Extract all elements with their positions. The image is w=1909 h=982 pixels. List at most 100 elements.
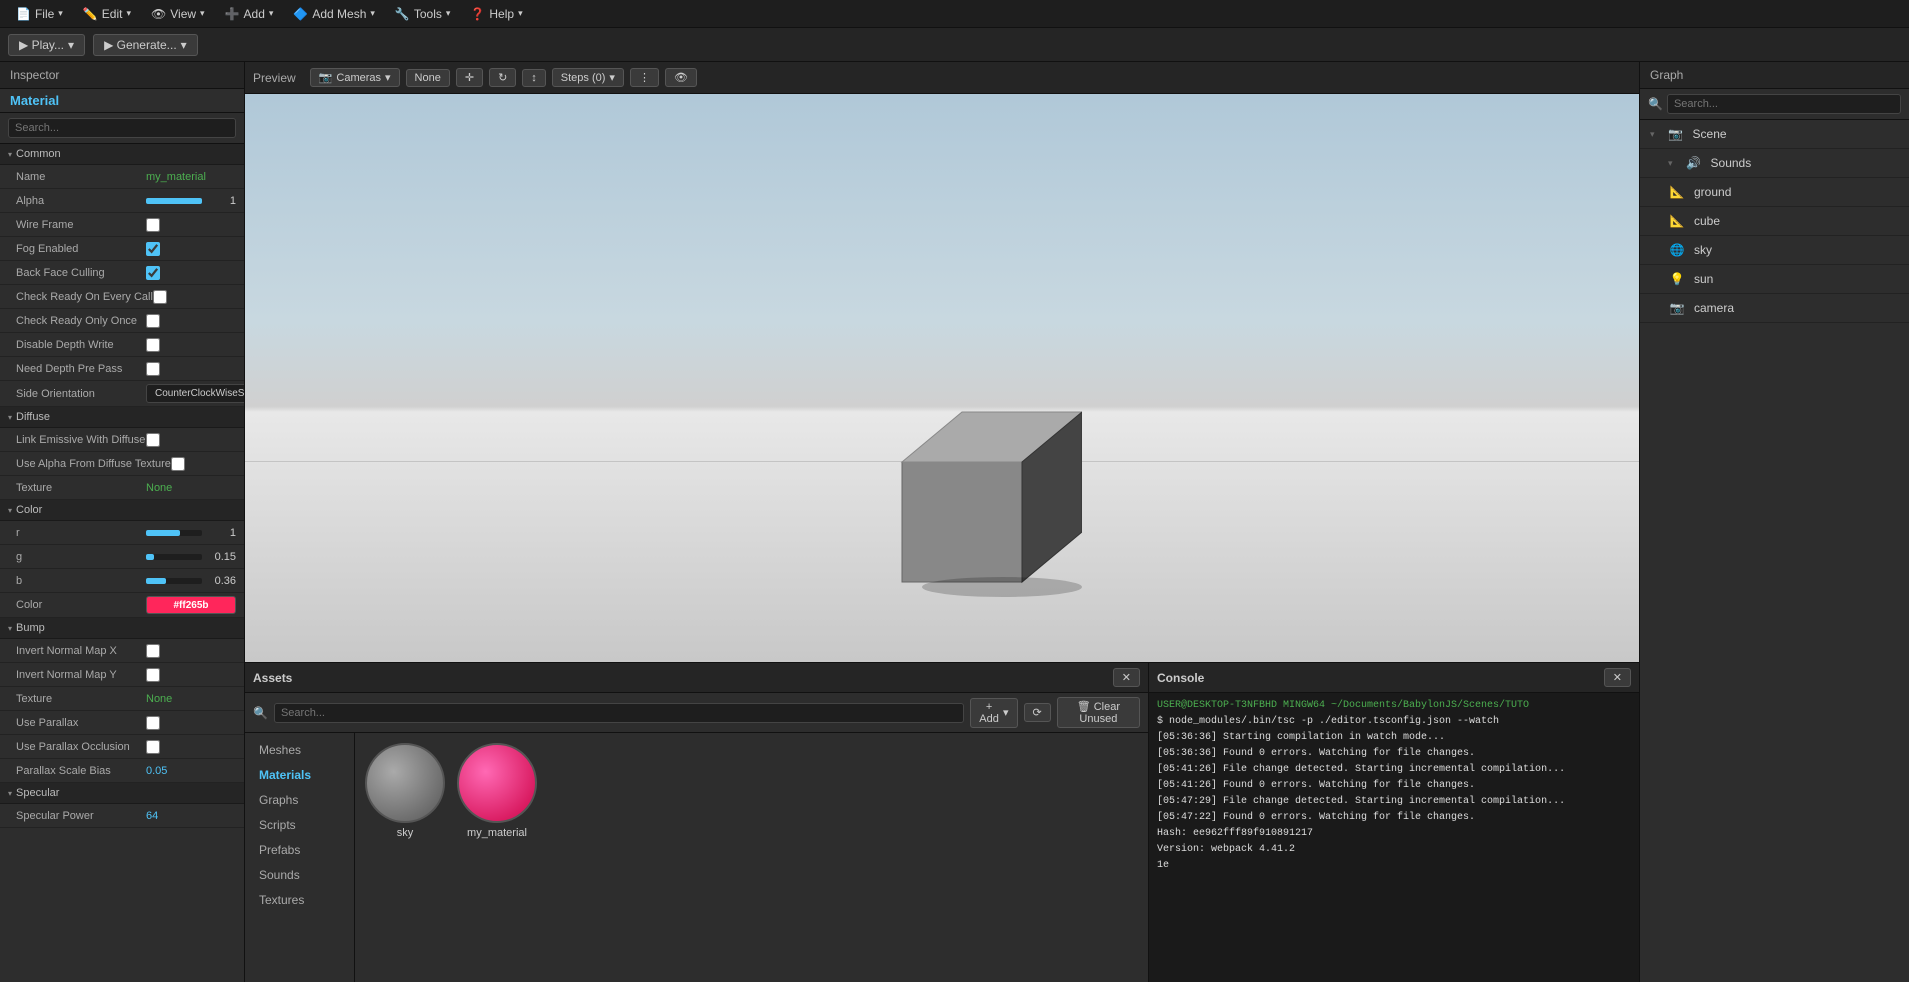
section-color[interactable]: ▾ Color bbox=[0, 500, 244, 521]
prop-color-swatch: Color #ff265b bbox=[0, 593, 244, 618]
check-ready-every-checkbox[interactable] bbox=[153, 290, 167, 304]
sidebar-item-materials[interactable]: Materials bbox=[249, 763, 350, 787]
section-specular[interactable]: ▾ Specular bbox=[0, 783, 244, 804]
invert-normal-y-checkbox[interactable] bbox=[146, 668, 160, 682]
material-tab[interactable]: Material bbox=[0, 89, 244, 113]
menu-edit[interactable]: ✏️ Edit ▾ bbox=[75, 5, 139, 23]
prop-color-g: g 0.15 bbox=[0, 545, 244, 569]
menu-view[interactable]: 👁 View ▾ bbox=[143, 5, 213, 23]
depth-write-checkbox[interactable] bbox=[146, 338, 160, 352]
asset-sky[interactable]: sky bbox=[365, 743, 445, 839]
toolbar: ▶ Play... ▾ ▶ Generate... ▾ bbox=[0, 28, 1909, 62]
color-b-slider[interactable] bbox=[146, 578, 202, 584]
preview-toolbar: Preview 📷 Cameras ▾ None ✛ ↻ ↕ Steps (0)… bbox=[245, 62, 1639, 94]
console-line: Hash: ee962fff89f910891217 bbox=[1157, 827, 1631, 841]
graph-item-sounds[interactable]: ▾ 🔊 Sounds bbox=[1640, 149, 1909, 178]
sidebar-item-meshes[interactable]: Meshes bbox=[249, 738, 350, 762]
menu-dots-icon[interactable]: ⋮ bbox=[630, 68, 659, 87]
inspector-content: ▾ Common Name my_material Alpha bbox=[0, 144, 244, 982]
eye-icon[interactable]: 👁 bbox=[665, 68, 697, 87]
prop-diffuse-texture: Texture None bbox=[0, 476, 244, 500]
color-r-slider[interactable] bbox=[146, 530, 202, 536]
side-orientation-select[interactable]: CounterClockWiseSideOrient ClockWiseSide… bbox=[146, 384, 244, 403]
sidebar-item-textures[interactable]: Textures bbox=[249, 888, 350, 912]
use-alpha-diffuse-checkbox[interactable] bbox=[171, 457, 185, 471]
color-g-slider[interactable] bbox=[146, 554, 202, 560]
assets-label: Assets bbox=[253, 671, 292, 685]
use-parallax-checkbox[interactable] bbox=[146, 716, 160, 730]
invert-normal-x-checkbox[interactable] bbox=[146, 644, 160, 658]
move-icon[interactable]: ✛ bbox=[456, 68, 483, 87]
sidebar-item-sounds[interactable]: Sounds bbox=[249, 863, 350, 887]
menu-add-mesh[interactable]: 🔷 Add Mesh ▾ bbox=[285, 5, 383, 23]
color-swatch[interactable]: #ff265b bbox=[146, 596, 236, 614]
menu-tools[interactable]: 🔧 Tools ▾ bbox=[387, 5, 459, 23]
wireframe-checkbox[interactable] bbox=[146, 218, 160, 232]
menu-file[interactable]: 📄 File ▾ bbox=[8, 5, 71, 23]
chevron-down-icon: ▾ bbox=[269, 8, 274, 19]
console-line: USER@DESKTOP-T3NFBHD MINGW64 ~/Documents… bbox=[1157, 699, 1631, 713]
graph-item-scene[interactable]: ▾ 📷 Scene bbox=[1640, 120, 1909, 149]
assets-refresh-button[interactable]: ⟳ bbox=[1024, 703, 1051, 722]
sidebar-item-scripts[interactable]: Scripts bbox=[249, 813, 350, 837]
cameras-button[interactable]: 📷 Cameras ▾ bbox=[310, 68, 400, 87]
chevron-down-icon: ▾ bbox=[8, 150, 12, 159]
graph-item-sun[interactable]: 💡 sun bbox=[1640, 265, 1909, 294]
cube-3d bbox=[862, 382, 1082, 602]
rotate-icon[interactable]: ↻ bbox=[489, 68, 516, 87]
chevron-down-icon: ▾ bbox=[8, 506, 12, 515]
prop-backface: Back Face Culling bbox=[0, 261, 244, 285]
assets-add-button[interactable]: + Add ▾ bbox=[970, 698, 1017, 728]
section-bump[interactable]: ▾ Bump bbox=[0, 618, 244, 639]
console-line: [05:47:29] File change detected. Startin… bbox=[1157, 795, 1631, 809]
use-parallax-occlusion-checkbox[interactable] bbox=[146, 740, 160, 754]
graph-item-cube[interactable]: 📐 cube bbox=[1640, 207, 1909, 236]
backface-checkbox[interactable] bbox=[146, 266, 160, 280]
menu-help[interactable]: ❓ Help ▾ bbox=[462, 5, 530, 23]
section-common[interactable]: ▾ Common bbox=[0, 144, 244, 165]
sidebar-item-prefabs[interactable]: Prefabs bbox=[249, 838, 350, 862]
graph-item-label: Sounds bbox=[1711, 156, 1752, 170]
sidebar-item-graphs[interactable]: Graphs bbox=[249, 788, 350, 812]
graph-item-camera[interactable]: 📷 camera bbox=[1640, 294, 1909, 323]
chevron-down-icon: ▾ bbox=[68, 38, 74, 52]
console-line: 1e bbox=[1157, 859, 1631, 873]
play-button[interactable]: ▶ Play... ▾ bbox=[8, 34, 85, 56]
prop-specular-power: Specular Power 64 bbox=[0, 804, 244, 828]
prop-depth-prepass: Need Depth Pre Pass bbox=[0, 357, 244, 381]
graph-search-input[interactable] bbox=[1667, 94, 1901, 114]
prop-invert-normal-x: Invert Normal Map X bbox=[0, 639, 244, 663]
graph-item-label: Scene bbox=[1693, 127, 1727, 141]
preview-label: Preview bbox=[253, 71, 296, 85]
chevron-down-icon: ▾ bbox=[126, 8, 131, 19]
none-button[interactable]: None bbox=[406, 69, 450, 87]
tools-icon: 🔧 bbox=[395, 7, 410, 21]
chevron-down-icon: ▾ bbox=[370, 8, 375, 19]
asset-my-material[interactable]: my_material bbox=[457, 743, 537, 839]
alpha-slider[interactable] bbox=[146, 198, 202, 204]
chevron-down-icon: ▾ bbox=[1650, 129, 1655, 140]
link-emissive-checkbox[interactable] bbox=[146, 433, 160, 447]
prop-wireframe: Wire Frame bbox=[0, 213, 244, 237]
graph-item-sky[interactable]: 🌐 sky bbox=[1640, 236, 1909, 265]
generate-button[interactable]: ▶ Generate... ▾ bbox=[93, 34, 198, 56]
depth-prepass-checkbox[interactable] bbox=[146, 362, 160, 376]
graph-item-ground[interactable]: 📐 ground bbox=[1640, 178, 1909, 207]
assets-search-input[interactable] bbox=[274, 703, 964, 723]
assets-close-button[interactable]: ✕ bbox=[1113, 668, 1140, 687]
steps-button[interactable]: Steps (0) ▾ bbox=[552, 68, 624, 87]
check-ready-once-checkbox[interactable] bbox=[146, 314, 160, 328]
add-icon: ➕ bbox=[225, 7, 240, 21]
console-line: [05:41:26] Found 0 errors. Watching for … bbox=[1157, 779, 1631, 793]
chevron-down-icon: ▾ bbox=[1668, 158, 1673, 169]
menu-add[interactable]: ➕ Add ▾ bbox=[217, 5, 282, 23]
help-icon: ❓ bbox=[470, 7, 485, 21]
inspector-search-input[interactable] bbox=[8, 118, 236, 138]
cube-icon: 📐 bbox=[1668, 212, 1686, 230]
scene-icon: 📷 bbox=[1667, 125, 1685, 143]
fog-checkbox[interactable] bbox=[146, 242, 160, 256]
section-diffuse[interactable]: ▾ Diffuse bbox=[0, 407, 244, 428]
assets-clear-button[interactable]: 🗑 Clear Unused bbox=[1057, 697, 1140, 728]
scale-icon[interactable]: ↕ bbox=[522, 69, 546, 87]
console-close-button[interactable]: ✕ bbox=[1604, 668, 1631, 687]
